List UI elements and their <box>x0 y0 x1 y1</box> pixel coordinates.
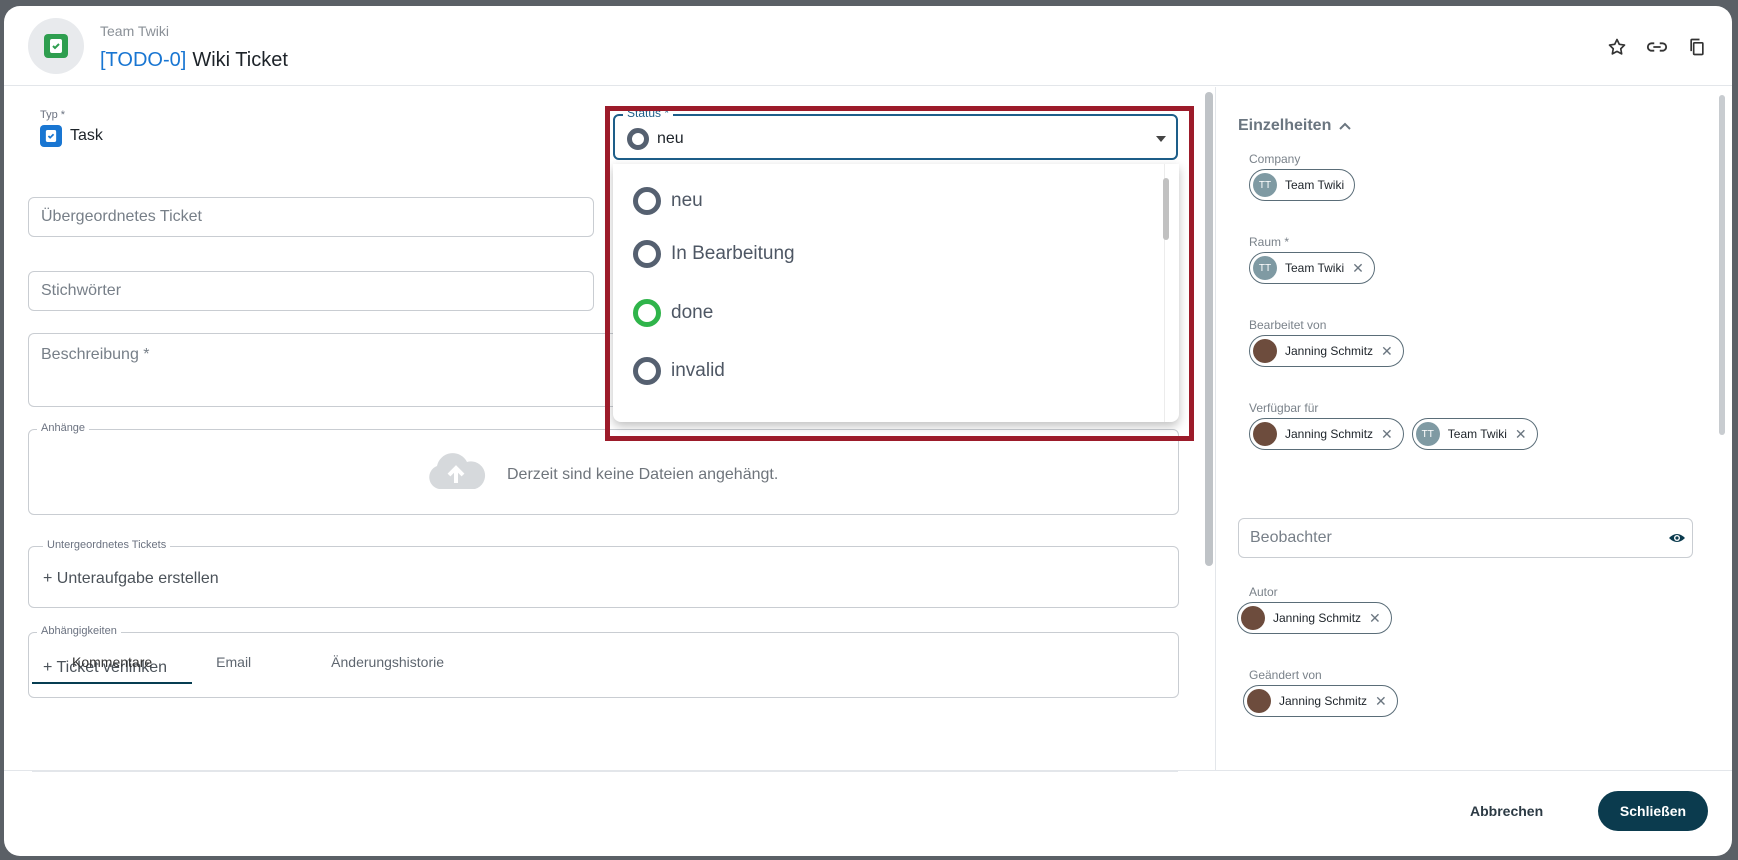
link-icon[interactable] <box>1646 36 1668 58</box>
changed-by-chip[interactable]: Janning Schmitz ✕ <box>1243 685 1398 717</box>
status-ring-icon <box>633 357 661 385</box>
parent-ticket-placeholder: Übergeordnetes Ticket <box>41 208 202 225</box>
available-for-label: Verfügbar für <box>1249 401 1319 415</box>
type-field[interactable]: Typ * Task <box>40 109 103 147</box>
author-chip[interactable]: Janning Schmitz ✕ <box>1237 602 1392 634</box>
company-chip[interactable]: TT Team Twiki <box>1249 169 1356 201</box>
status-option-in-bearbeitung[interactable]: In Bearbeitung <box>633 240 795 268</box>
status-select[interactable]: Status * neu <box>613 106 1178 160</box>
keywords-placeholder: Stichwörter <box>41 282 122 299</box>
status-dropdown: neu In Bearbeitung done invalid <box>613 164 1179 422</box>
status-label: Status * <box>623 106 674 120</box>
company-label: Company <box>1249 152 1301 166</box>
description-field[interactable]: Beschreibung * <box>28 333 618 407</box>
ticket-type-avatar <box>28 18 84 74</box>
raum-chips: TT Team Twiki ✕ <box>1249 252 1375 284</box>
avatar <box>1247 689 1271 713</box>
star-icon[interactable] <box>1606 36 1628 58</box>
avatar <box>1253 422 1277 446</box>
avatar: TT <box>1253 256 1277 280</box>
close-icon[interactable]: ✕ <box>1352 260 1364 277</box>
ticket-dialog: Team Twiki [TODO-0] Wiki Ticket Typ * Tas <box>4 6 1732 856</box>
close-icon[interactable]: ✕ <box>1515 426 1527 443</box>
changed-by-label: Geändert von <box>1249 668 1322 682</box>
dialog-header: Team Twiki [TODO-0] Wiki Ticket <box>4 6 1732 86</box>
chevron-down-icon[interactable] <box>1156 136 1166 142</box>
tab-bar: Kommentare Email Änderungshistorie <box>32 654 484 684</box>
status-ring-icon <box>633 187 661 215</box>
available-for-chips: Janning Schmitz ✕ TT Team Twiki ✕ <box>1249 418 1538 450</box>
status-ring-icon <box>627 128 649 150</box>
ticket-title[interactable]: Wiki Ticket <box>192 49 288 71</box>
tab-kommentare[interactable]: Kommentare <box>32 654 193 684</box>
raum-chip[interactable]: TT Team Twiki ✕ <box>1249 252 1375 284</box>
subtickets-field: Untergeordnetes Tickets + Unteraufgabe e… <box>28 539 1179 608</box>
tab-email[interactable]: Email <box>192 654 291 684</box>
avatar <box>1241 606 1265 630</box>
close-icon[interactable]: ✕ <box>1381 426 1393 443</box>
status-option-neu[interactable]: neu <box>633 187 703 215</box>
attachments-legend: Anhänge <box>37 422 90 434</box>
available-for-chip[interactable]: TT Team Twiki ✕ <box>1411 418 1538 450</box>
raum-label: Raum * <box>1249 235 1290 249</box>
dialog-footer: Abbrechen Schließen <box>4 770 1732 856</box>
status-ring-icon <box>633 240 661 268</box>
attachments-dropzone[interactable]: Anhänge Derzeit sind keine Dateien angeh… <box>28 422 1179 515</box>
chevron-up-icon <box>1339 122 1352 130</box>
cloud-upload-icon <box>425 449 487 496</box>
keywords-field[interactable]: Stichwörter <box>28 271 594 311</box>
close-icon[interactable]: ✕ <box>1369 610 1381 627</box>
copy-icon[interactable] <box>1686 36 1708 58</box>
page-title: [TODO-0] Wiki Ticket <box>100 49 288 72</box>
status-option-done[interactable]: done <box>633 299 713 327</box>
task-icon <box>40 125 62 147</box>
status-option-invalid[interactable]: invalid <box>633 357 725 385</box>
details-scrollbar[interactable] <box>1719 95 1725 435</box>
team-label: Team Twiki <box>100 23 169 39</box>
close-icon[interactable]: ✕ <box>1375 693 1387 710</box>
attachments-empty-text: Derzeit sind keine Dateien angehängt. <box>507 466 779 483</box>
description-placeholder: Beschreibung * <box>41 346 150 363</box>
avatar: TT <box>1415 422 1440 446</box>
ticket-key[interactable]: [TODO-0] <box>100 49 186 71</box>
dependencies-legend: Abhängigkeiten <box>37 625 121 637</box>
avatar: TT <box>1253 173 1277 197</box>
changed-by-chips: Janning Schmitz ✕ <box>1243 685 1398 717</box>
edited-by-chip[interactable]: Janning Schmitz ✕ <box>1249 335 1404 367</box>
ticket-icon <box>44 34 68 58</box>
parent-ticket-field[interactable]: Übergeordnetes Ticket <box>28 197 594 237</box>
details-heading[interactable]: Einzelheiten <box>1238 117 1352 135</box>
subtickets-legend: Untergeordnetes Tickets <box>43 539 171 551</box>
author-label: Autor <box>1249 585 1278 599</box>
close-button[interactable]: Schließen <box>1598 791 1708 831</box>
avatar <box>1253 339 1277 363</box>
status-ring-icon <box>633 299 661 327</box>
header-actions <box>1606 36 1708 58</box>
watchers-field[interactable]: Beobachter <box>1238 518 1693 558</box>
details-panel: Einzelheiten Company TT Team Twiki Raum … <box>1215 87 1732 770</box>
create-subtask-button[interactable]: + Unteraufgabe erstellen <box>43 570 219 588</box>
dropdown-scrollbar[interactable] <box>1163 178 1169 240</box>
status-input[interactable]: neu <box>657 130 684 148</box>
close-icon[interactable]: ✕ <box>1381 343 1393 360</box>
company-chips: TT Team Twiki <box>1249 169 1356 201</box>
watchers-placeholder: Beobachter <box>1250 529 1332 546</box>
author-chips: Janning Schmitz ✕ <box>1237 602 1392 634</box>
available-for-chip[interactable]: Janning Schmitz ✕ <box>1249 418 1404 450</box>
cancel-button[interactable]: Abbrechen <box>1470 803 1543 819</box>
type-label: Typ * <box>40 109 66 121</box>
main-scrollbar[interactable] <box>1205 92 1213 566</box>
type-value: Task <box>70 127 103 144</box>
eye-icon[interactable] <box>1668 531 1686 549</box>
tab-history[interactable]: Änderungshistorie <box>291 654 484 684</box>
edited-by-chips: Janning Schmitz ✕ <box>1249 335 1404 367</box>
edited-by-label: Bearbeitet von <box>1249 318 1327 332</box>
